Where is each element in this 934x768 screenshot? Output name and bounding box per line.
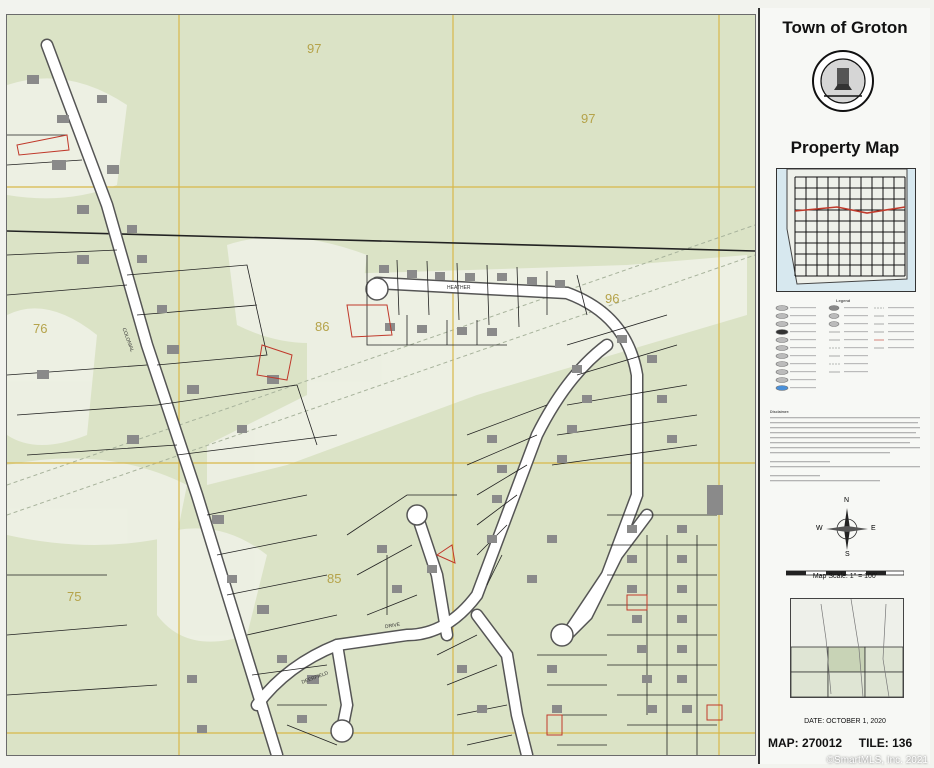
map-type-title: Property Map <box>790 138 900 157</box>
north-arrow: N S E W <box>816 497 876 558</box>
map-label: MAP: <box>768 736 799 750</box>
title-panel: Town of Groton Property Map Legend Discl… <box>758 8 930 764</box>
grid-number: 86 <box>315 319 330 334</box>
tile-index <box>790 598 904 698</box>
compass-north: N <box>844 497 850 504</box>
map-tile-line: MAP: 270012 TILE: 136 <box>768 736 926 750</box>
compass-west: W <box>816 525 823 532</box>
street-label: HEATHER <box>447 285 471 291</box>
map-graphic <box>7 15 755 755</box>
legend: Legend <box>774 298 924 391</box>
compass-east: E <box>871 525 876 532</box>
grid-number: 76 <box>33 321 48 336</box>
map-scale: Map Scale: 1" = 100' <box>812 573 878 580</box>
grid-number: 85 <box>327 571 342 586</box>
legend-heading: Legend <box>836 298 851 303</box>
grid-number: 97 <box>581 111 596 126</box>
map-date: DATE: OCTOBER 1, 2020 <box>804 718 886 725</box>
grid-number: 97 <box>307 41 322 56</box>
index-map <box>776 168 916 292</box>
map-view[interactable]: 97 97 96 76 86 85 75 HEATHER DEERFIELD D… <box>6 14 756 756</box>
watermark: ©SmartMLS, Inc. 2021 <box>826 755 928 766</box>
town-title: Town of Groton <box>782 18 908 37</box>
town-seal <box>812 50 874 112</box>
legend-symbols <box>775 305 914 391</box>
property-map-sheet: 97 97 96 76 86 85 75 HEATHER DEERFIELD D… <box>0 0 934 768</box>
disclaimer-text-lines <box>770 417 920 482</box>
disclaimer: Disclaimer: <box>770 410 922 489</box>
grid-number: 96 <box>605 291 620 306</box>
tile-number: 136 <box>892 736 913 750</box>
map-number: 270012 <box>802 736 843 750</box>
scale-bar <box>785 564 905 576</box>
compass-south: S <box>845 551 850 558</box>
tile-label: TILE: <box>858 736 889 750</box>
grid-number: 75 <box>67 589 82 604</box>
